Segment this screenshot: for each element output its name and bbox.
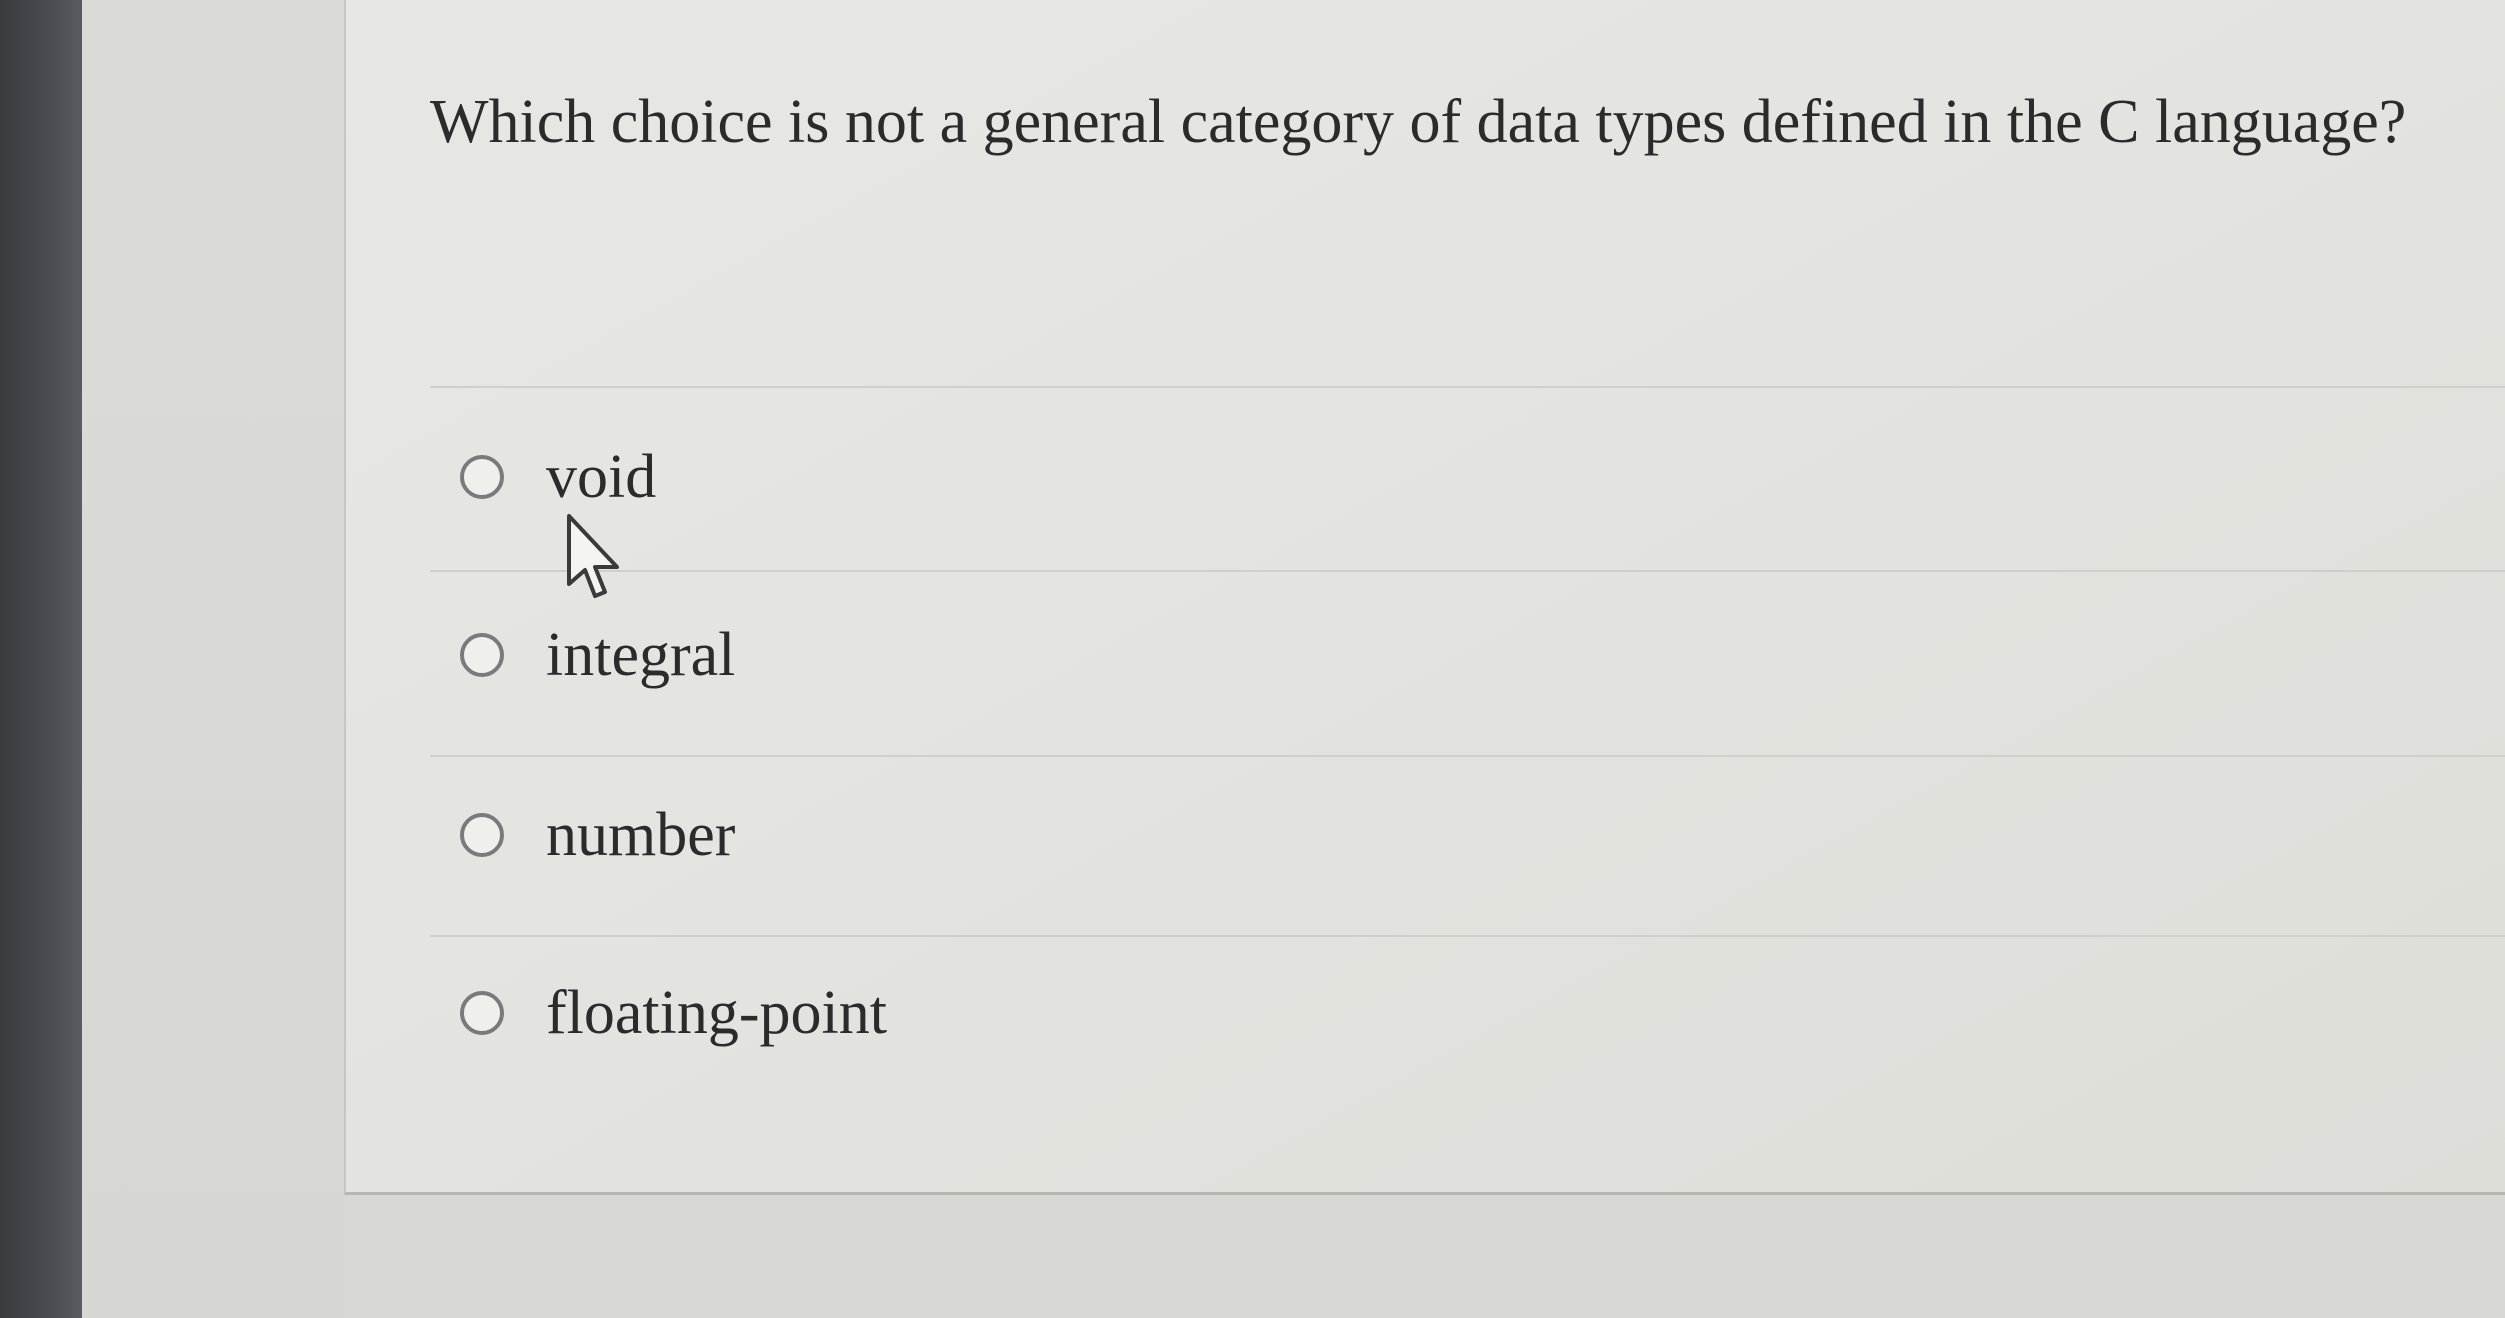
option-label: floating-point [546,978,887,1047]
radio-unselected-icon[interactable] [460,813,504,857]
radio-unselected-icon[interactable] [460,991,504,1035]
option-label: void [546,442,657,511]
radio-unselected-icon[interactable] [460,455,504,499]
mouse-pointer-icon [567,514,619,598]
divider [430,935,2505,937]
page-background [344,1195,2505,1318]
option-number[interactable]: number [460,795,735,875]
divider [430,570,2505,572]
question-text: Which choice is not a general category o… [430,88,2407,156]
option-label: integral [546,620,736,689]
divider [430,386,2505,388]
option-void[interactable]: void [460,437,656,517]
question-card: Which choice is not a general category o… [344,0,2505,1195]
divider [430,755,2505,757]
radio-unselected-icon[interactable] [460,633,504,677]
page-margin [82,0,344,1318]
monitor-bezel [0,0,82,1318]
option-integral[interactable]: integral [460,615,735,695]
option-label: number [546,800,736,869]
option-floating-point[interactable]: floating-point [460,973,887,1053]
